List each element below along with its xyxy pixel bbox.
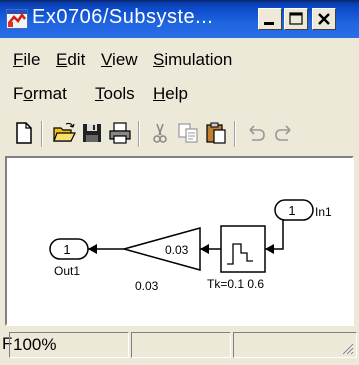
menu-file[interactable]: File: [13, 50, 40, 70]
print-icon[interactable]: [108, 121, 132, 145]
status-cell-3: [233, 332, 357, 358]
toolbar-separator: [41, 121, 43, 147]
model-window: Ex0706/Subsyste... File Edit View Simula…: [0, 0, 359, 365]
toolbar-separator: [138, 121, 140, 147]
menu-view[interactable]: View: [101, 50, 138, 70]
title-bar[interactable]: Ex0706/Subsyste...: [0, 0, 359, 38]
copy-icon[interactable]: [176, 121, 200, 145]
zoom-level: 100%: [9, 332, 129, 358]
inport-block[interactable]: 1 In1: [274, 199, 332, 221]
close-icon: [318, 13, 330, 25]
zoh-sample-time-label: Tk=0.1 0.6: [207, 277, 264, 291]
gain-label: 0.03: [135, 279, 159, 293]
menu-format[interactable]: Format: [13, 84, 67, 104]
arrow-icon: [265, 244, 274, 254]
menu-tools[interactable]: Tools: [95, 84, 135, 104]
maximize-button[interactable]: [284, 8, 308, 30]
menu-bar: File Edit View Simulation: [0, 44, 359, 76]
status-cell-2: [131, 332, 231, 358]
model-canvas[interactable]: 1 In1 Tk=0.1 0.6 0.03 0.03 1 Out1: [5, 156, 354, 326]
gain-block[interactable]: 0.03 0.03: [121, 227, 201, 293]
outport-number: 1: [63, 242, 70, 257]
redo-icon[interactable]: [272, 121, 296, 145]
resize-grip-icon[interactable]: [338, 339, 354, 355]
open-icon[interactable]: [52, 121, 76, 145]
new-icon[interactable]: [12, 121, 36, 145]
menu-edit[interactable]: Edit: [56, 50, 85, 70]
inport-number: 1: [288, 203, 295, 218]
menu-help[interactable]: Help: [153, 84, 188, 104]
status-bar: F 100%: [0, 330, 359, 365]
outport-block[interactable]: 1 Out1: [49, 238, 89, 278]
menu-bar-row2: Format Tools Help: [0, 78, 359, 110]
menu-simulation[interactable]: Simulation: [153, 50, 232, 70]
simulink-app-icon[interactable]: [6, 9, 28, 29]
status-prefix: F: [2, 334, 13, 353]
maximize-icon: [289, 12, 303, 25]
paste-icon[interactable]: [204, 121, 228, 145]
toolbar: [0, 113, 359, 153]
save-icon[interactable]: [80, 121, 104, 145]
gain-value: 0.03: [165, 243, 189, 257]
arrow-icon: [88, 244, 97, 254]
toolbar-separator: [234, 121, 236, 147]
outport-label: Out1: [54, 264, 80, 278]
minimize-button[interactable]: [258, 8, 282, 30]
minimize-icon: [264, 22, 274, 25]
arrow-icon: [200, 244, 209, 254]
inport-label: In1: [315, 205, 332, 219]
cut-icon[interactable]: [148, 121, 172, 145]
zero-order-hold-block[interactable]: Tk=0.1 0.6: [207, 225, 266, 291]
window-title: Ex0706/Subsyste...: [32, 6, 214, 28]
undo-icon[interactable]: [244, 121, 268, 145]
close-button[interactable]: [312, 8, 336, 30]
block-diagram: 1 In1 Tk=0.1 0.6 0.03 0.03 1 Out1: [49, 199, 332, 293]
